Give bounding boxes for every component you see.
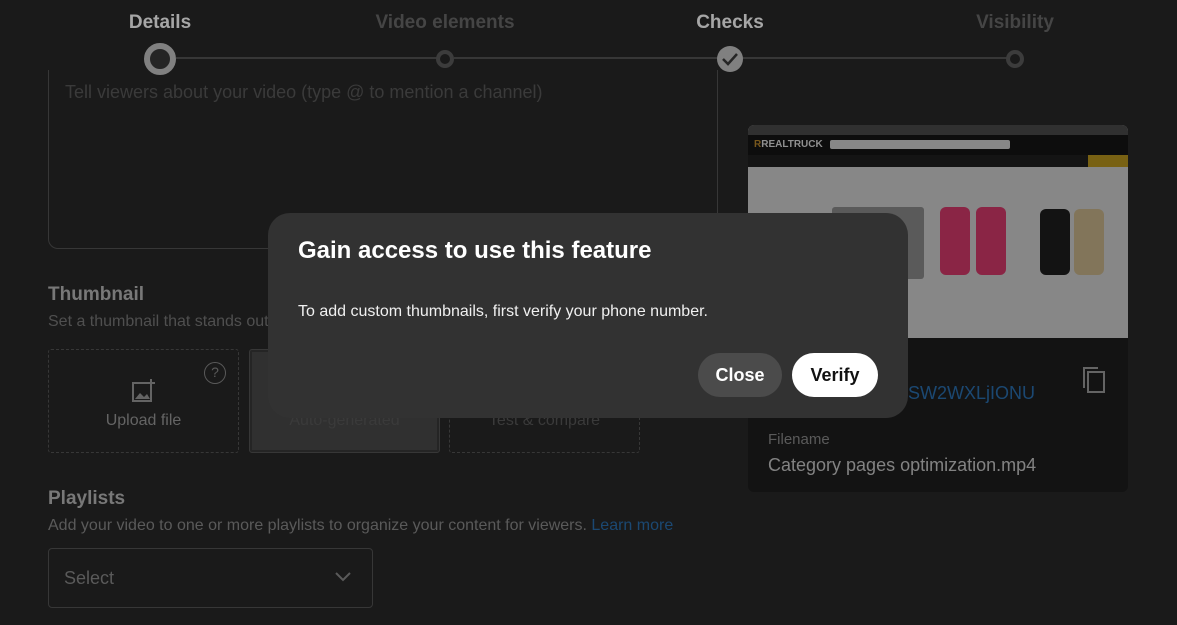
verify-button[interactable]: Verify <box>792 353 878 397</box>
dialog-title: Gain access to use this feature <box>298 237 652 264</box>
verify-feature-dialog: Gain access to use this feature To add c… <box>268 213 908 418</box>
close-button[interactable]: Close <box>698 353 782 397</box>
dialog-body: To add custom thumbnails, first verify y… <box>298 303 708 320</box>
